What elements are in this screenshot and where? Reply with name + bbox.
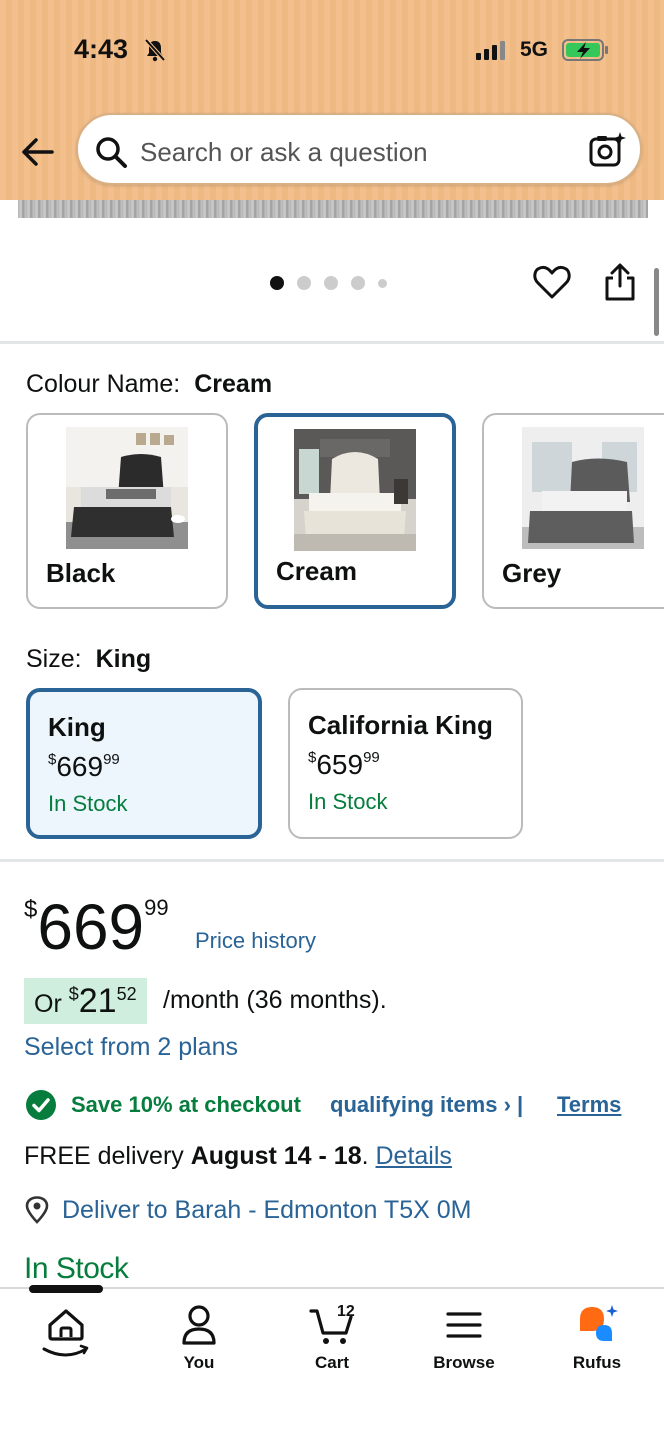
size-option-stock: In Stock	[48, 791, 128, 816]
nav-browse[interactable]: Browse	[409, 1303, 519, 1373]
camera-search-icon[interactable]	[588, 131, 626, 169]
monthly-suffix: /month (36 months).	[163, 986, 387, 1014]
signal-icon	[476, 41, 505, 60]
grey-bed-thumbnail	[522, 427, 644, 549]
carousel-dot	[324, 276, 338, 290]
search-input[interactable]: Search or ask a question	[76, 113, 642, 185]
monthly-whole: 21	[78, 982, 117, 1020]
monthly-currency: $	[68, 984, 79, 1004]
monthly-fraction: 52	[116, 984, 137, 1004]
price-fraction: 99	[103, 751, 120, 768]
nav-label: Browse	[433, 1353, 495, 1372]
nav-label: You	[183, 1353, 215, 1372]
size-option-stock: In Stock	[308, 789, 388, 814]
share-icon[interactable]	[602, 262, 638, 302]
availability-status: In Stock	[24, 1252, 129, 1285]
colour-option-black[interactable]: Black	[26, 413, 228, 609]
terms-link[interactable]: Terms	[557, 1092, 621, 1118]
size-label: Size:	[26, 645, 82, 673]
wishlist-heart-icon[interactable]	[532, 262, 572, 302]
nav-home[interactable]	[11, 1303, 121, 1369]
nav-label: Cart	[314, 1353, 349, 1372]
save-promo-text: Save 10% at checkout	[71, 1092, 301, 1117]
carousel-dot	[297, 276, 311, 290]
delivery-info: FREE delivery August 14 - 18. Details	[24, 1142, 452, 1170]
section-divider	[0, 859, 664, 862]
colour-option-cream[interactable]: Cream	[254, 413, 456, 609]
nav-rufus[interactable]: Rufus	[542, 1303, 652, 1373]
size-selected-value: King	[95, 645, 152, 673]
deliver-to-link[interactable]: Deliver to Barah - Edmonton T5X 0M	[62, 1196, 471, 1225]
nav-you[interactable]: You	[144, 1303, 254, 1373]
colour-option-name: Cream	[276, 556, 357, 586]
back-arrow-icon[interactable]	[18, 132, 58, 172]
delivery-prefix: FREE delivery	[24, 1142, 184, 1170]
size-option-king[interactable]: King $66999 In Stock	[26, 688, 262, 839]
nav-cart[interactable]: 12 Cart	[277, 1303, 387, 1373]
carousel-dot	[270, 276, 284, 290]
battery-charging-icon	[562, 39, 608, 61]
size-option-name: California King	[308, 710, 493, 740]
product-price: $66999	[24, 890, 169, 964]
status-time: 4:43	[74, 34, 129, 64]
user-icon	[182, 1305, 216, 1345]
nav-label: Rufus	[572, 1353, 622, 1372]
price-history-link[interactable]: Price history	[195, 928, 316, 954]
bell-muted-icon	[144, 38, 166, 62]
check-circle-icon	[26, 1090, 56, 1120]
monthly-prefix: Or	[34, 990, 62, 1018]
header: 4:43 5G Search or ask a question	[0, 0, 664, 200]
price-fraction: 99	[363, 749, 380, 766]
size-option-name: King	[48, 712, 106, 742]
colour-selected-value: Cream	[194, 370, 273, 398]
qualifying-items-link[interactable]: qualifying items › |	[330, 1092, 523, 1118]
price-whole: 669	[56, 751, 104, 782]
size-option-california-king[interactable]: California King $65999 In Stock	[288, 688, 523, 839]
cart-count-badge: 12	[337, 1303, 355, 1320]
search-icon	[96, 137, 127, 168]
colour-label-row: Colour Name: Cream	[26, 370, 272, 399]
colour-option-name: Black	[46, 558, 116, 588]
price-whole: 669	[37, 891, 145, 963]
colour-option-grey[interactable]: Grey	[482, 413, 664, 609]
scrollbar[interactable]	[654, 268, 659, 336]
product-page: 4:43 5G Search or ask a question Colour …	[0, 0, 664, 1440]
search-placeholder: Search or ask a question	[140, 137, 428, 167]
home-icon	[42, 1309, 89, 1357]
colour-option-name: Grey	[502, 558, 562, 588]
colour-label: Colour Name:	[26, 370, 181, 398]
monthly-payment-badge: Or $2152	[24, 978, 147, 1024]
carousel-dot	[378, 278, 387, 288]
black-bed-thumbnail	[66, 427, 188, 549]
price-fraction: 99	[144, 895, 169, 920]
delivery-details-link[interactable]: Details	[376, 1142, 452, 1170]
menu-icon	[446, 1312, 482, 1338]
delivery-dates: August 14 - 18	[190, 1142, 362, 1170]
nav-active-indicator	[29, 1285, 103, 1293]
carousel-dot	[351, 276, 365, 290]
location-pin-icon	[25, 1196, 49, 1224]
cream-bed-thumbnail	[294, 429, 416, 551]
size-option-price: $65999	[308, 749, 503, 781]
price-currency: $	[24, 896, 38, 923]
carousel-dots	[270, 276, 387, 290]
price-whole: 659	[316, 749, 364, 780]
bottom-nav: You 12 Cart Browse Rufus	[0, 1285, 664, 1440]
size-label-row: Size: King	[26, 645, 151, 674]
rufus-icon	[580, 1305, 618, 1341]
network-label: 5G	[520, 38, 549, 61]
size-option-price: $66999	[48, 751, 240, 783]
select-plans-link[interactable]: Select from 2 plans	[24, 1033, 238, 1062]
product-image-carousel[interactable]	[18, 200, 648, 218]
section-divider	[0, 341, 664, 344]
